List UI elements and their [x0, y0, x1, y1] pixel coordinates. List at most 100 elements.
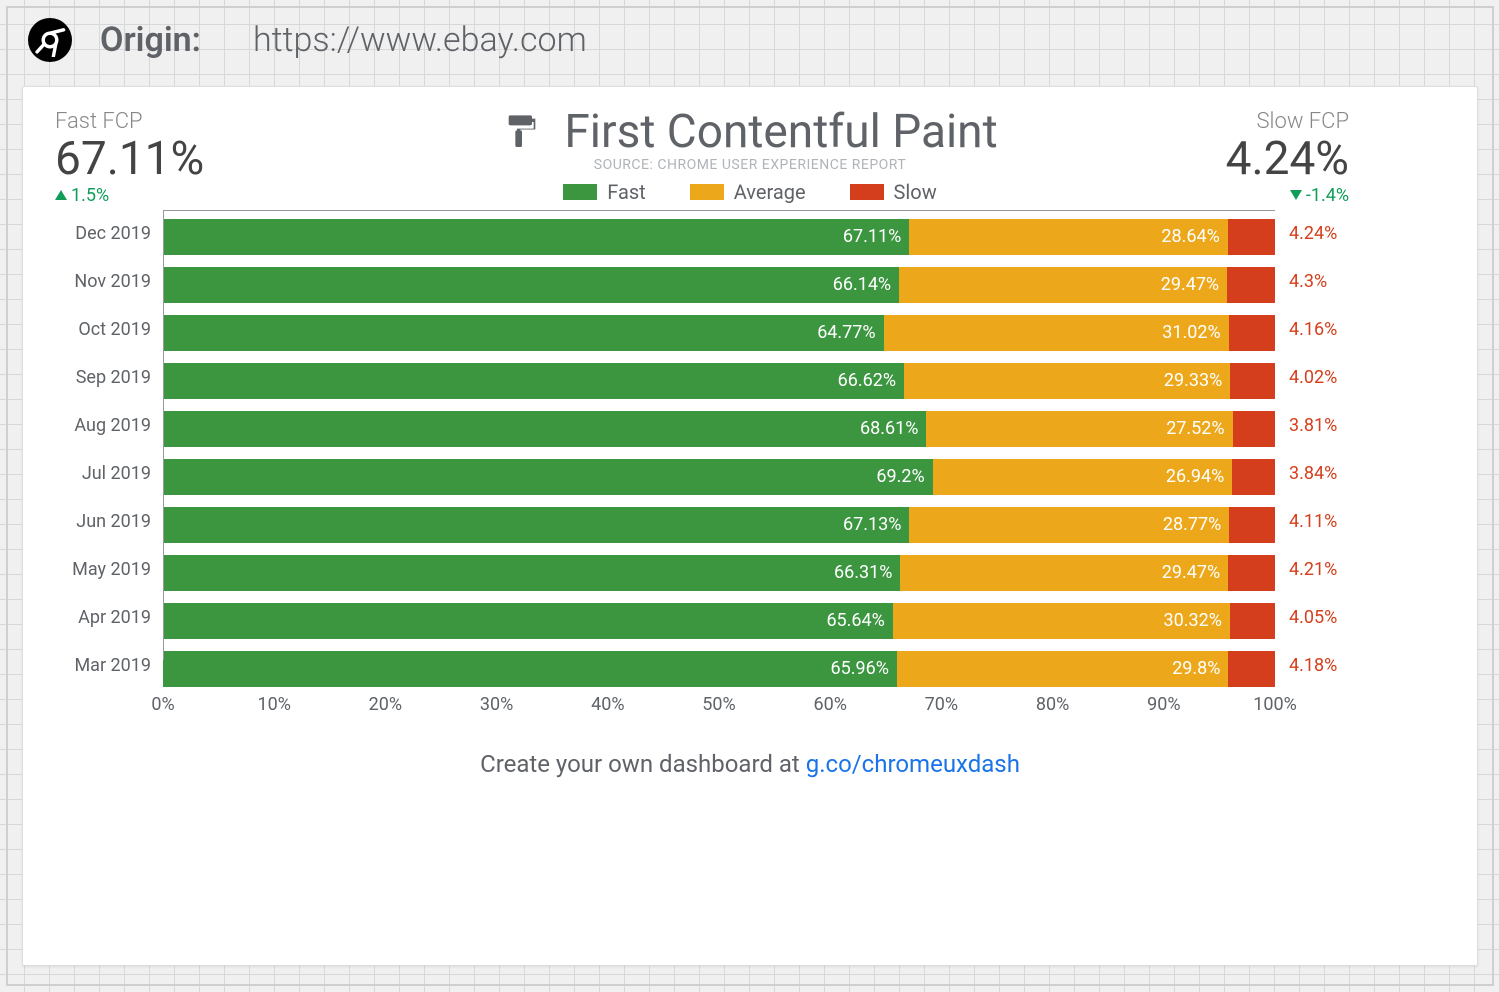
bar-segment-fast: 67.13%	[163, 507, 909, 543]
x-tick: 60%	[813, 694, 846, 715]
legend-fast-swatch	[563, 184, 597, 200]
y-category-label: Nov 2019	[51, 271, 163, 292]
bar-segment-slow	[1232, 459, 1275, 495]
chart-row: Jun 201967.13%28.77%4.11%	[51, 498, 1449, 546]
bar-segment-avg: 31.02%	[884, 315, 1229, 351]
x-tick: 30%	[480, 694, 513, 715]
stacked-bar-chart: Dec 201967.11%28.64%4.24%Nov 201966.14%2…	[51, 210, 1449, 724]
slow-fcp-label: Slow FCP	[1226, 109, 1349, 134]
slow-fcp-delta-value: -1.4%	[1306, 185, 1349, 206]
origin-url: https://www.ebay.com	[253, 20, 587, 60]
chart-row: May 201966.31%29.47%4.21%	[51, 546, 1449, 594]
legend-slow-swatch	[850, 184, 884, 200]
chart-row: Nov 201966.14%29.47%4.3%	[51, 258, 1449, 306]
slow-fcp-stat: Slow FCP 4.24% -1.4%	[1226, 109, 1349, 206]
bar-segment-avg: 29.47%	[899, 267, 1227, 303]
legend-avg-swatch	[690, 184, 724, 200]
chart-title: First Contentful Paint	[564, 105, 997, 159]
chart-row: Sep 201966.62%29.33%4.02%	[51, 354, 1449, 402]
chart-row: Jul 201969.2%26.94%3.84%	[51, 450, 1449, 498]
slow-value-label: 4.16%	[1275, 319, 1361, 340]
legend-fast: Fast	[563, 180, 645, 204]
slow-fcp-delta: -1.4%	[1226, 185, 1349, 206]
bar-segment-fast: 66.31%	[163, 555, 900, 591]
bar-segment-fast: 68.61%	[163, 411, 926, 447]
x-tick: 90%	[1147, 694, 1180, 715]
fast-fcp-label: Fast FCP	[55, 109, 204, 134]
slow-fcp-value: 4.24%	[1226, 134, 1349, 185]
x-tick: 100%	[1253, 694, 1297, 715]
x-tick: 0%	[151, 694, 174, 715]
x-tick: 40%	[591, 694, 624, 715]
bar-track: 66.14%29.47%	[163, 267, 1275, 303]
legend-slow: Slow	[850, 180, 937, 204]
bar-segment-slow	[1230, 363, 1275, 399]
fast-fcp-delta: 1.5%	[55, 185, 204, 206]
fast-fcp-value: 67.11%	[55, 134, 204, 185]
header: Origin: https://www.ebay.com	[8, 8, 1492, 86]
bar-segment-avg: 27.52%	[926, 411, 1232, 447]
bar-segment-avg: 29.33%	[904, 363, 1230, 399]
fast-fcp-delta-value: 1.5%	[71, 185, 109, 206]
x-axis-line	[163, 210, 1275, 211]
bar-segment-fast: 65.96%	[163, 651, 897, 687]
y-category-label: Mar 2019	[51, 655, 163, 676]
x-axis: 0%10%20%30%40%50%60%70%80%90%100%	[163, 694, 1275, 724]
bar-segment-fast: 64.77%	[163, 315, 884, 351]
chart-row: Aug 201968.61%27.52%3.81%	[51, 402, 1449, 450]
chart-row: Dec 201967.11%28.64%4.24%	[51, 210, 1449, 258]
bar-segment-avg: 28.64%	[909, 219, 1228, 255]
slow-value-label: 4.11%	[1275, 511, 1361, 532]
footer-link[interactable]: g.co/chromeuxdash	[806, 750, 1020, 778]
y-category-label: Jul 2019	[51, 463, 163, 484]
y-category-label: Oct 2019	[51, 319, 163, 340]
fast-fcp-stat: Fast FCP 67.11% 1.5%	[55, 109, 204, 206]
slow-value-label: 4.18%	[1275, 655, 1361, 676]
bar-segment-fast: 67.11%	[163, 219, 909, 255]
slow-value-label: 4.21%	[1275, 559, 1361, 580]
y-category-label: Sep 2019	[51, 367, 163, 388]
fcp-card: First Contentful Paint SOURCE: CHROME US…	[22, 86, 1478, 966]
legend-fast-label: Fast	[607, 180, 645, 204]
bar-segment-avg: 29.8%	[897, 651, 1229, 687]
bar-segment-fast: 69.2%	[163, 459, 933, 495]
bar-segment-slow	[1227, 267, 1275, 303]
bar-track: 67.13%28.77%	[163, 507, 1275, 543]
y-category-label: Apr 2019	[51, 607, 163, 628]
slow-value-label: 4.24%	[1275, 223, 1361, 244]
y-category-label: Aug 2019	[51, 415, 163, 436]
bar-segment-fast: 65.64%	[163, 603, 893, 639]
slow-value-label: 4.05%	[1275, 607, 1361, 628]
bar-track: 65.96%29.8%	[163, 651, 1275, 687]
bar-segment-avg: 29.47%	[900, 555, 1228, 591]
bar-segment-slow	[1228, 651, 1275, 687]
bar-track: 64.77%31.02%	[163, 315, 1275, 351]
bar-segment-slow	[1233, 411, 1275, 447]
bar-track: 67.11%28.64%	[163, 219, 1275, 255]
bar-segment-fast: 66.62%	[163, 363, 904, 399]
slow-value-label: 4.3%	[1275, 271, 1361, 292]
bar-track: 69.2%26.94%	[163, 459, 1275, 495]
bar-segment-slow	[1230, 603, 1275, 639]
legend-avg-label: Average	[734, 180, 806, 204]
chrome-icon	[28, 18, 72, 62]
x-tick: 50%	[702, 694, 735, 715]
slow-value-label: 3.84%	[1275, 463, 1361, 484]
chart-row: Oct 201964.77%31.02%4.16%	[51, 306, 1449, 354]
slow-value-label: 3.81%	[1275, 415, 1361, 436]
y-category-label: Dec 2019	[51, 223, 163, 244]
arrow-down-icon	[1290, 190, 1302, 200]
dashboard-frame: Origin: https://www.ebay.com First Conte…	[6, 6, 1494, 986]
bar-segment-avg: 30.32%	[893, 603, 1230, 639]
footer-text: Create your own dashboard at	[480, 750, 806, 778]
origin-label: Origin:	[100, 20, 201, 60]
bar-track: 68.61%27.52%	[163, 411, 1275, 447]
footer: Create your own dashboard at g.co/chrome…	[51, 750, 1449, 778]
x-tick: 20%	[369, 694, 402, 715]
bar-track: 66.31%29.47%	[163, 555, 1275, 591]
bar-segment-slow	[1229, 507, 1275, 543]
arrow-up-icon	[55, 190, 67, 200]
bar-segment-slow	[1228, 219, 1275, 255]
bar-segment-fast: 66.14%	[163, 267, 899, 303]
bar-track: 65.64%30.32%	[163, 603, 1275, 639]
